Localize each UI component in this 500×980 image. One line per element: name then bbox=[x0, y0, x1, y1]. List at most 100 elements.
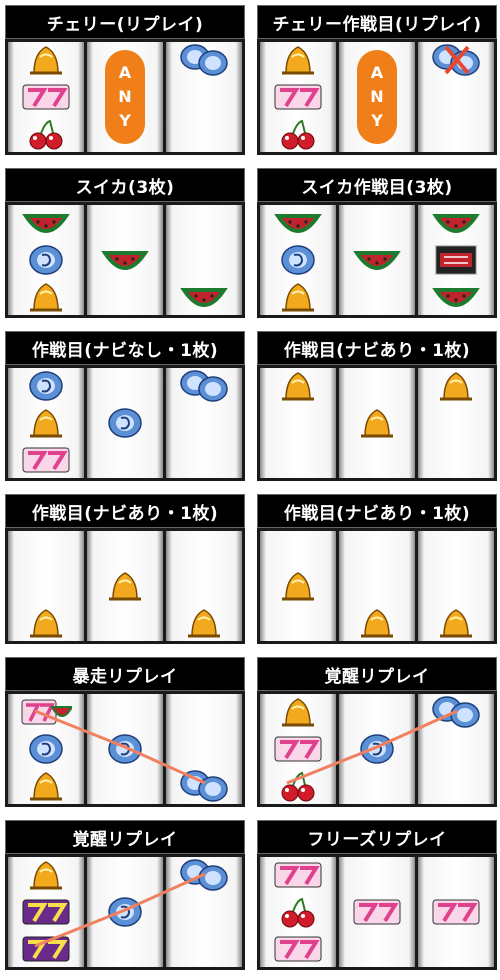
reel-window bbox=[5, 854, 245, 970]
bell-icon bbox=[20, 606, 72, 640]
reel-window bbox=[5, 202, 245, 318]
reel-strip bbox=[339, 857, 415, 967]
seven-icon bbox=[351, 895, 403, 929]
reel-window bbox=[257, 365, 497, 481]
any-letter: Y bbox=[119, 111, 131, 130]
reel-strip bbox=[8, 205, 84, 315]
replay-double-icon bbox=[178, 43, 230, 77]
reel-strip bbox=[166, 205, 242, 315]
reel-strip bbox=[339, 531, 415, 641]
reel-strip bbox=[260, 205, 336, 315]
reel-strip bbox=[339, 205, 415, 315]
reel-strip bbox=[260, 368, 336, 478]
bar-icon bbox=[430, 243, 482, 277]
panel-title: 暴走リプレイ bbox=[5, 657, 245, 691]
reel-strip: ANY bbox=[87, 42, 163, 152]
reel-panel: スイカ(3枚) bbox=[5, 168, 245, 318]
panel-title: チェリー(リプレイ) bbox=[5, 5, 245, 39]
reel-strip bbox=[166, 694, 242, 804]
seven-icon bbox=[272, 932, 324, 966]
panel-title: フリーズリプレイ bbox=[257, 820, 497, 854]
reel-strip bbox=[8, 531, 84, 641]
bell-icon bbox=[272, 43, 324, 77]
reel-window bbox=[5, 365, 245, 481]
reel-strip bbox=[87, 531, 163, 641]
bell-icon bbox=[20, 769, 72, 803]
reel-strip bbox=[8, 368, 84, 478]
seven-purple-icon bbox=[20, 895, 72, 929]
seven-icon bbox=[20, 80, 72, 114]
bell-icon bbox=[20, 43, 72, 77]
watermelon-icon bbox=[20, 206, 72, 240]
watermelon-icon bbox=[430, 206, 482, 240]
watermelon-icon bbox=[351, 243, 403, 277]
replay-double-icon bbox=[178, 769, 230, 803]
reel-window: ANY bbox=[5, 39, 245, 155]
any-badge: ANY bbox=[357, 50, 397, 144]
reel-window: ANY bbox=[257, 39, 497, 155]
reel-panel: スイカ作戦目(3枚) bbox=[257, 168, 497, 318]
replay-double-icon bbox=[430, 695, 482, 729]
bell-icon bbox=[351, 606, 403, 640]
reel-panel: 作戦目(ナビなし・1枚) bbox=[5, 331, 245, 481]
bell-icon bbox=[20, 858, 72, 892]
reel-panel: チェリー作戦目(リプレイ) A N Y bbox=[257, 5, 497, 155]
reel-strip bbox=[87, 368, 163, 478]
replay-double-icon bbox=[178, 858, 230, 892]
cherry-icon bbox=[20, 117, 72, 151]
replay-icon bbox=[99, 895, 151, 929]
panel-title: 作戦目(ナビあり・1枚) bbox=[257, 331, 497, 365]
any-letter: A bbox=[370, 63, 384, 82]
watermelon-icon bbox=[99, 243, 151, 277]
bell-icon bbox=[99, 569, 151, 603]
panel-title: 作戦目(ナビなし・1枚) bbox=[5, 331, 245, 365]
reel-window bbox=[257, 202, 497, 318]
reel-strip bbox=[260, 857, 336, 967]
reel-strip bbox=[166, 857, 242, 967]
reel-window bbox=[257, 854, 497, 970]
bell-icon bbox=[20, 280, 72, 314]
panel-title: スイカ作戦目(3枚) bbox=[257, 168, 497, 202]
reel-strip bbox=[260, 694, 336, 804]
replay-double-icon bbox=[178, 369, 230, 403]
bell-icon bbox=[178, 606, 230, 640]
reel-strip bbox=[260, 42, 336, 152]
reel-strip bbox=[166, 42, 242, 152]
reel-strip bbox=[418, 531, 494, 641]
reel-panel: 作戦目(ナビあり・1枚) bbox=[257, 331, 497, 481]
replay-icon bbox=[20, 369, 72, 403]
reel-window bbox=[5, 691, 245, 807]
replay-icon bbox=[99, 732, 151, 766]
watermelon-icon bbox=[178, 280, 230, 314]
replay-icon bbox=[272, 243, 324, 277]
seven-icon bbox=[272, 858, 324, 892]
reel-strip bbox=[418, 368, 494, 478]
replay-icon bbox=[20, 732, 72, 766]
reel-strip bbox=[87, 694, 163, 804]
reel-strip bbox=[418, 857, 494, 967]
panel-title: 作戦目(ナビあり・1枚) bbox=[257, 494, 497, 528]
cherry-icon bbox=[272, 769, 324, 803]
reel-strip bbox=[260, 531, 336, 641]
panel-title: 作戦目(ナビあり・1枚) bbox=[5, 494, 245, 528]
bell-icon bbox=[272, 569, 324, 603]
replay-crossed-icon bbox=[430, 43, 482, 77]
bell-icon bbox=[351, 406, 403, 440]
reel-panel: 作戦目(ナビあり・1枚) bbox=[5, 494, 245, 644]
reel-strip bbox=[418, 42, 494, 152]
seven-icon bbox=[272, 80, 324, 114]
bell-icon bbox=[20, 406, 72, 440]
seven-watermelon-icon bbox=[20, 695, 72, 729]
reel-strip bbox=[8, 42, 84, 152]
bell-icon bbox=[272, 695, 324, 729]
any-badge: ANY bbox=[105, 50, 145, 144]
seven-icon bbox=[20, 443, 72, 477]
reel-strip bbox=[418, 694, 494, 804]
seven-icon bbox=[272, 732, 324, 766]
reel-panel: 覚醒リプレイ bbox=[257, 657, 497, 807]
watermelon-icon bbox=[272, 206, 324, 240]
any-letter: Y bbox=[371, 111, 383, 130]
reel-strip bbox=[87, 205, 163, 315]
bell-icon bbox=[272, 280, 324, 314]
reel-panel: フリーズリプレイ bbox=[257, 820, 497, 970]
